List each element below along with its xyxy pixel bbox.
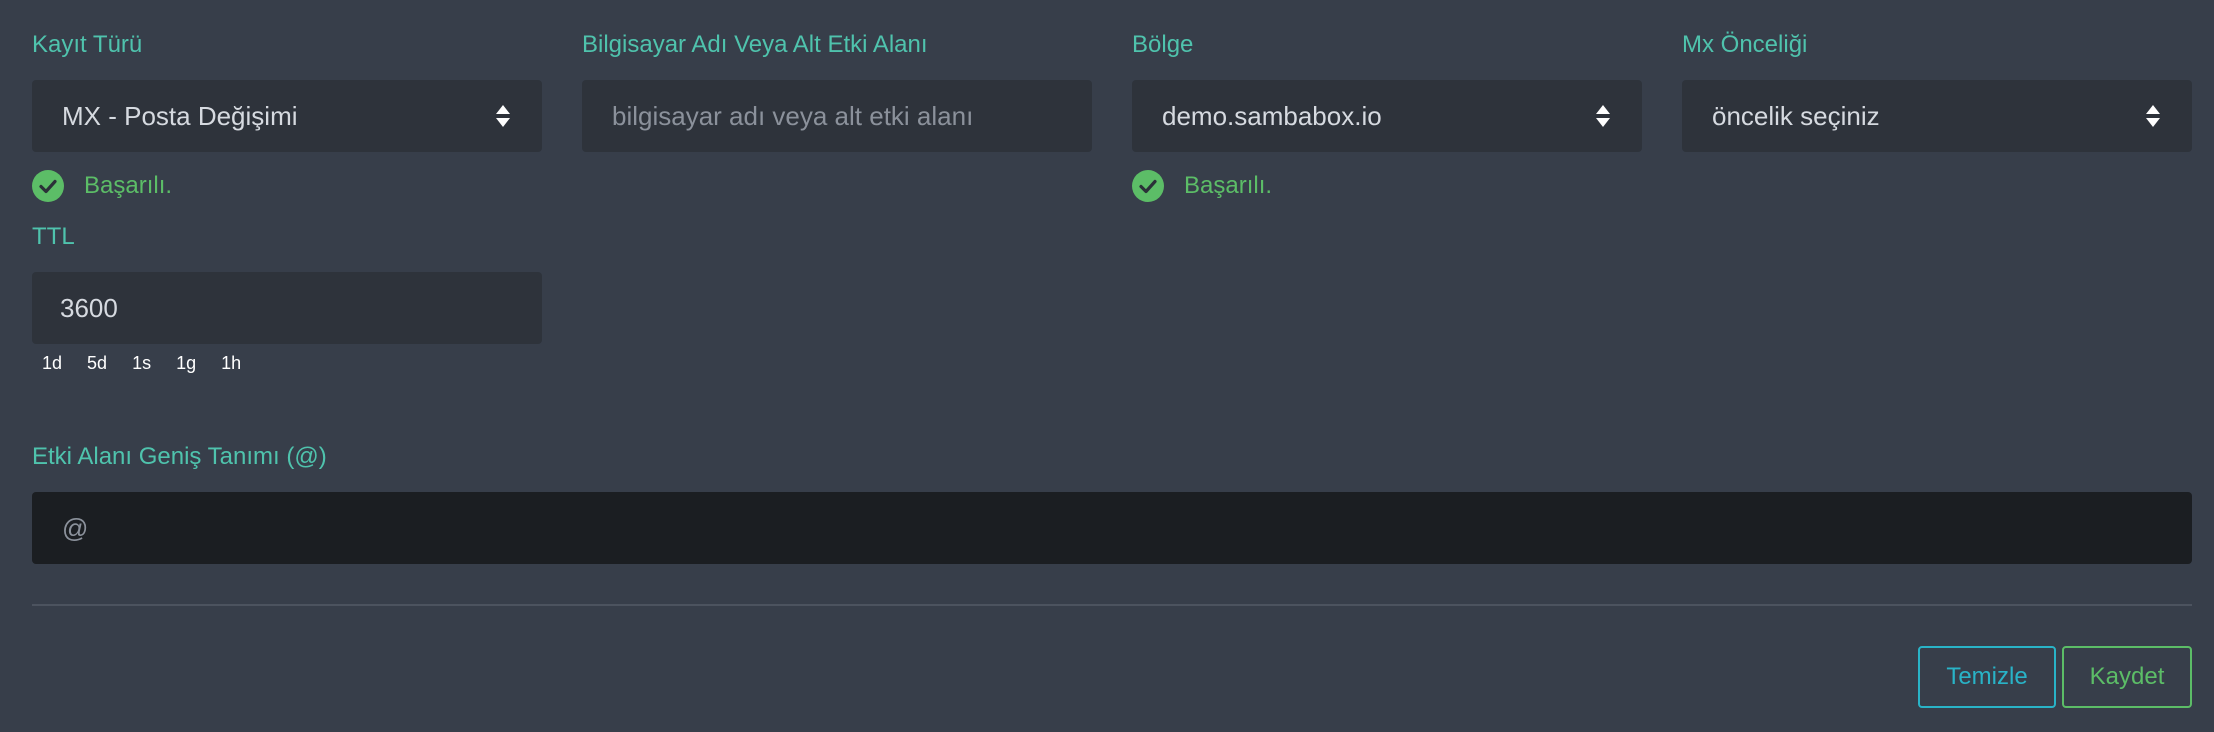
clear-button[interactable]: Temizle	[1918, 646, 2056, 708]
ttl-shortcut-1s[interactable]: 1s	[132, 350, 151, 376]
zone-status: Başarılı.	[1132, 170, 1272, 202]
ttl-shortcuts: 1d 5d 1s 1g 1h	[42, 350, 266, 376]
fqdn-label: Etki Alanı Geniş Tanımı (@)	[32, 443, 327, 470]
ttl-shortcut-1d[interactable]: 1d	[42, 350, 62, 376]
record-type-status-text: Başarılı.	[84, 172, 173, 199]
zone-select[interactable]: demo.sambabox.io	[1132, 80, 1642, 152]
zone-status-text: Başarılı.	[1184, 172, 1273, 199]
fqdn-value: @	[62, 512, 89, 543]
check-circle-icon	[1132, 170, 1164, 202]
ttl-shortcut-1h[interactable]: 1h	[221, 350, 241, 376]
ttl-input[interactable]: 3600	[32, 272, 542, 344]
hostname-input[interactable]: bilgisayar adı veya alt etki alanı	[582, 80, 1092, 152]
sort-icon	[1596, 105, 1610, 127]
sort-icon	[2146, 105, 2160, 127]
ttl-label: TTL	[32, 223, 75, 250]
hostname-placeholder: bilgisayar adı veya alt etki alanı	[612, 100, 974, 131]
ttl-value: 3600	[60, 292, 118, 323]
zone-label: Bölge	[1132, 31, 1194, 58]
hostname-label: Bilgisayar Adı Veya Alt Etki Alanı	[582, 31, 928, 58]
check-circle-icon	[32, 170, 64, 202]
zone-value: demo.sambabox.io	[1162, 100, 1382, 131]
form-divider	[32, 604, 2192, 606]
sort-icon	[496, 105, 510, 127]
mx-priority-value: öncelik seçiniz	[1712, 100, 1880, 131]
save-button[interactable]: Kaydet	[2062, 646, 2192, 708]
record-type-status: Başarılı.	[32, 170, 172, 202]
fqdn-input[interactable]: @	[32, 492, 2192, 564]
record-type-value: MX - Posta Değişimi	[62, 100, 298, 131]
mx-priority-label: Mx Önceliği	[1682, 31, 1808, 58]
record-type-select[interactable]: MX - Posta Değişimi	[32, 80, 542, 152]
ttl-shortcut-5d[interactable]: 5d	[87, 350, 107, 376]
ttl-shortcut-1g[interactable]: 1g	[176, 350, 196, 376]
mx-priority-select[interactable]: öncelik seçiniz	[1682, 80, 2192, 152]
record-type-label: Kayıt Türü	[32, 31, 143, 58]
